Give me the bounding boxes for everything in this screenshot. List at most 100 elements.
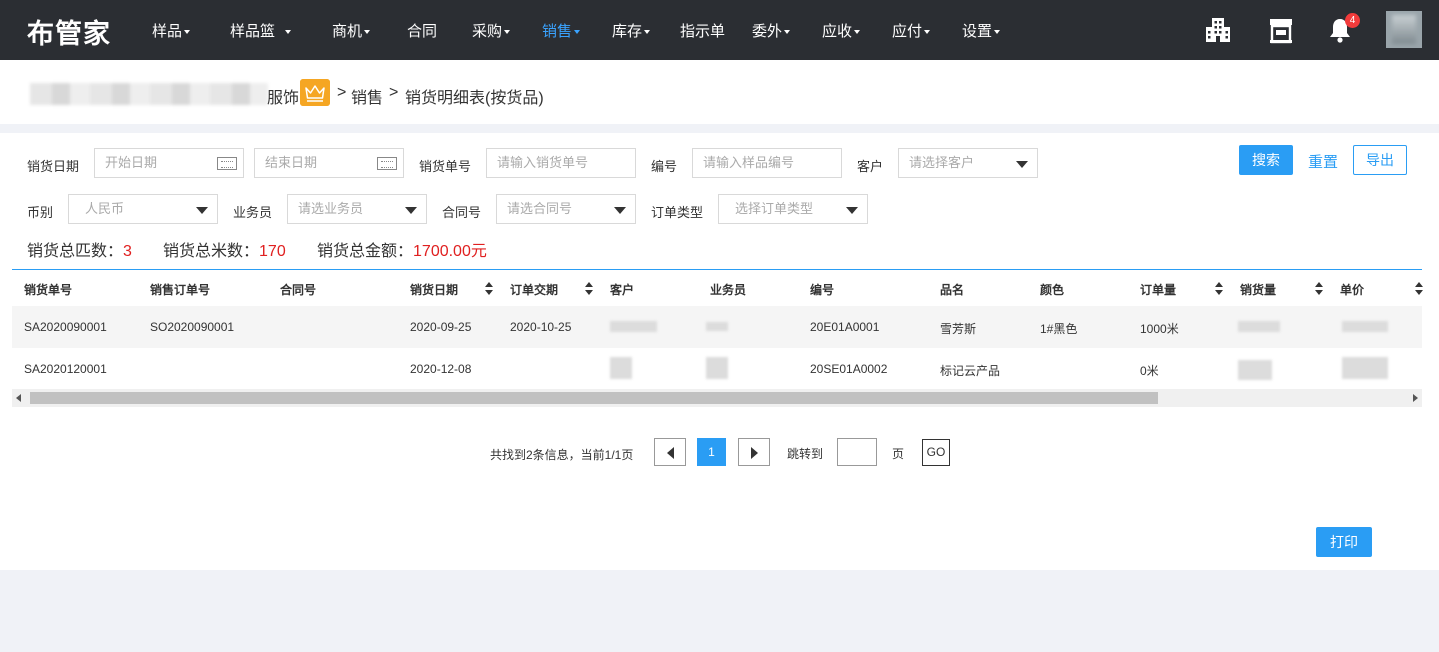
sales-detail-table: 销货单号 销售订单号 合同号 销货日期 订单交期 客户 业务员 编号 品名 颜色…: [12, 269, 1423, 390]
cell-delivery-date: 2020-12-08: [410, 362, 472, 376]
col-code: 编号: [810, 283, 835, 297]
company-name-redacted: [30, 83, 268, 105]
cell-customer-redacted: [610, 357, 632, 379]
start-date-input[interactable]: 开始日期: [94, 148, 244, 178]
currency-select[interactable]: 人民币: [68, 194, 218, 224]
app-logo[interactable]: 布管家: [27, 12, 111, 51]
nav-payables[interactable]: 应付: [892, 20, 931, 41]
sort-icon[interactable]: [585, 282, 593, 296]
next-page-button[interactable]: [738, 438, 770, 466]
currency-label: 币别: [27, 205, 54, 220]
user-avatar[interactable]: [1386, 11, 1422, 48]
reset-button[interactable]: 重置: [1308, 151, 1338, 172]
page-number-current[interactable]: 1: [697, 438, 726, 466]
nav-receivables[interactable]: 应收: [822, 20, 861, 41]
caret-down-icon: [184, 30, 191, 35]
nav-inventory[interactable]: 库存: [612, 20, 651, 41]
table-row[interactable]: SA2020120001 2020-12-08 20SE01A0002 标记云产…: [12, 348, 1422, 390]
cell-salesman-redacted: [706, 357, 728, 379]
code-label: 编号: [651, 159, 678, 174]
chevron-down-icon: [405, 207, 417, 214]
col-customer: 客户: [610, 283, 635, 297]
store-icon[interactable]: [1268, 16, 1294, 44]
nav-sample-basket[interactable]: 样品篮: [230, 20, 292, 41]
salesman-select[interactable]: 请选业务员: [287, 194, 427, 224]
customer-label: 客户: [857, 159, 884, 174]
notification-badge: 4: [1345, 13, 1360, 28]
nav-settings[interactable]: 设置: [962, 20, 1001, 41]
col-order-no: 销售订单号: [150, 283, 211, 297]
nav-outsourcing[interactable]: 委外: [752, 20, 791, 41]
caret-down-icon: [285, 30, 292, 35]
crown-icon: [300, 79, 330, 106]
scroll-right-icon[interactable]: [1413, 394, 1418, 402]
prev-page-button[interactable]: [654, 438, 686, 466]
chevron-down-icon: [614, 207, 626, 214]
pagination-info: 共找到2条信息，当前1/1页: [490, 448, 634, 462]
chevron-right-icon: [751, 447, 758, 459]
total-pieces: 销货总匹数：3: [27, 243, 132, 260]
caret-down-icon: [924, 30, 931, 35]
sample-code-input[interactable]: 请输入样品编号: [692, 148, 842, 178]
top-navbar: 布管家 样品 样品篮 商机 合同 采购 销售 库存 指示单 委外 应收 应付 设…: [0, 0, 1439, 60]
search-button[interactable]: 搜索: [1239, 145, 1293, 175]
customer-select[interactable]: 请选择客户: [898, 148, 1038, 178]
nav-sales[interactable]: 销售: [542, 20, 581, 41]
sort-icon[interactable]: [1415, 282, 1423, 296]
col-product-name: 品名: [940, 283, 965, 297]
main-panel: 销货日期 开始日期 结束日期 销货单号 请输入销货单号 编号 请输入样品编号 客…: [0, 133, 1439, 570]
nav-opportunities[interactable]: 商机: [332, 20, 371, 41]
caret-down-icon: [994, 30, 1001, 35]
cell-due-date: 2020-10-25: [510, 320, 572, 334]
col-unit-price: 单价: [1340, 283, 1365, 297]
sort-icon[interactable]: [485, 282, 493, 296]
caret-down-icon: [854, 30, 861, 35]
cell-code: 20SE01A0002: [810, 362, 888, 376]
delivery-no-input[interactable]: 请输入销货单号: [486, 148, 636, 178]
print-button[interactable]: 打印: [1316, 527, 1372, 557]
end-date-input[interactable]: 结束日期: [254, 148, 404, 178]
building-icon[interactable]: [1205, 16, 1231, 44]
horizontal-scrollbar[interactable]: [12, 389, 1422, 407]
cell-color: 1#黑色: [1040, 322, 1078, 336]
nav-samples[interactable]: 样品: [152, 20, 191, 41]
col-due-date: 订单交期: [510, 283, 559, 297]
col-delivery-qty: 销货量: [1240, 283, 1277, 297]
chevron-left-icon: [667, 447, 674, 459]
cell-product-name: 标记云产品: [940, 364, 1001, 378]
calendar-icon: [217, 157, 237, 170]
contract-select[interactable]: 请选合同号: [496, 194, 636, 224]
export-button[interactable]: 导出: [1353, 145, 1407, 175]
page-title: 销货明细表(按货品): [405, 90, 544, 107]
sort-icon[interactable]: [1215, 282, 1223, 296]
order-type-select[interactable]: 选择订单类型: [718, 194, 868, 224]
delivery-date-label: 销货日期: [27, 159, 80, 174]
caret-down-icon: [364, 30, 371, 35]
cell-delivery-qty-redacted: [1238, 321, 1280, 332]
col-color: 颜色: [1040, 283, 1065, 297]
breadcrumb-separator: >: [389, 84, 399, 101]
caret-down-icon: [644, 30, 651, 35]
total-amount: 销货总金额：1700.00元: [317, 243, 487, 260]
cell-delivery-no[interactable]: SA2020120001: [24, 362, 107, 376]
cell-delivery-no[interactable]: SA2020090001: [24, 320, 107, 334]
nav-contracts[interactable]: 合同: [407, 20, 437, 41]
cell-salesman-redacted: [706, 322, 728, 331]
scrollbar-thumb[interactable]: [30, 392, 1158, 404]
page-unit-label: 页: [892, 447, 905, 461]
sort-icon[interactable]: [1315, 282, 1323, 296]
breadcrumb-sales[interactable]: 销售: [351, 84, 383, 108]
go-button[interactable]: GO: [922, 439, 950, 466]
nav-purchasing[interactable]: 采购: [472, 20, 511, 41]
nav-instructions[interactable]: 指示单: [680, 20, 725, 41]
cell-unit-price-redacted: [1342, 357, 1388, 379]
total-meters: 销货总米数：170: [163, 243, 286, 260]
calendar-icon: [377, 157, 397, 170]
table-row[interactable]: SA2020090001 SO2020090001 2020-09-25 202…: [12, 306, 1422, 348]
caret-down-icon: [574, 30, 581, 35]
scroll-left-icon[interactable]: [16, 394, 21, 402]
cell-unit-price-redacted: [1342, 321, 1388, 332]
cell-order-no: SO2020090001: [150, 320, 235, 334]
jump-page-input[interactable]: [837, 438, 877, 466]
col-order-qty: 订单量: [1140, 283, 1177, 297]
